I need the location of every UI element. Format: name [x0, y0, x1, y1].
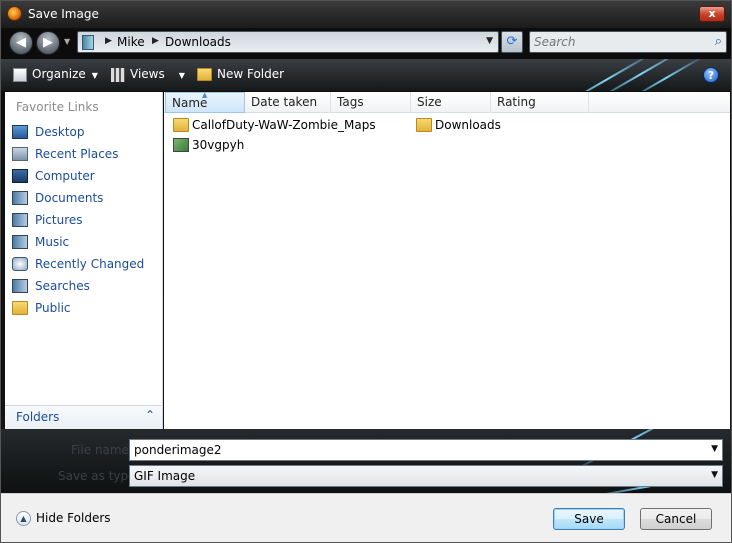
folder-icon: [173, 118, 189, 132]
recent-pages-dropdown-icon[interactable]: ▼: [64, 37, 70, 46]
search-icon[interactable]: ⌕: [715, 34, 722, 49]
organize-label: Organize: [32, 67, 86, 81]
breadcrumb-separator-icon[interactable]: ▶: [152, 36, 159, 46]
sidebar-item-computer[interactable]: Computer: [10, 166, 160, 186]
cancel-button[interactable]: Cancel: [640, 508, 712, 530]
close-button[interactable]: x: [699, 6, 725, 22]
documents-icon: [12, 191, 28, 205]
column-header-tags[interactable]: Tags: [331, 92, 411, 113]
help-button[interactable]: ?: [703, 67, 719, 83]
search-input[interactable]: [534, 34, 704, 50]
column-headers: ▲ Name Date taken Tags Size Rating: [164, 91, 730, 113]
savetype-select[interactable]: GIF Image ▼: [129, 465, 723, 487]
savetype-value: GIF Image: [134, 469, 196, 483]
forward-button[interactable]: ▶: [36, 31, 60, 55]
save-button[interactable]: Save: [553, 508, 625, 530]
chevron-down-icon[interactable]: ▼: [711, 470, 718, 480]
new-folder-button[interactable]: New Folder: [197, 67, 284, 81]
organize-button[interactable]: Organize ▼: [13, 67, 98, 82]
sidebar-item-recently-changed[interactable]: Recently Changed: [10, 254, 160, 274]
hide-folders-label: Hide Folders: [36, 511, 111, 525]
column-header-name[interactable]: ▲ Name: [165, 91, 245, 113]
decorative-streak: [553, 59, 659, 91]
location-icon: [82, 35, 94, 50]
chevron-down-icon: ▼: [178, 71, 185, 80]
refresh-icon: ⟳: [506, 34, 518, 49]
firefox-icon: [7, 6, 22, 21]
recently-changed-icon: [12, 257, 28, 271]
favorite-links-header: Favorite Links: [16, 100, 99, 114]
decorative-streak: [592, 59, 690, 91]
views-button[interactable]: Views ▼: [111, 67, 185, 82]
hide-folders-button[interactable]: ▲ Hide Folders: [16, 511, 111, 526]
chevron-down-icon: ▼: [91, 71, 98, 80]
savetype-label: Save as type:: [58, 469, 140, 483]
filename-label: File name:: [71, 443, 133, 457]
column-header-size[interactable]: Size: [411, 92, 491, 113]
back-button[interactable]: ◀: [9, 31, 33, 55]
dialog-footer: ▲ Hide Folders Save Cancel: [1, 493, 731, 542]
sidebar-item-public[interactable]: Public: [10, 298, 160, 318]
filename-input[interactable]: [134, 442, 694, 458]
pictures-icon: [12, 213, 28, 227]
image-file-icon: [173, 138, 189, 152]
chevron-down-icon[interactable]: ▼: [711, 444, 718, 454]
new-folder-icon: [197, 68, 212, 81]
filename-combobox[interactable]: ▼: [129, 439, 723, 461]
file-list: ▲ Name Date taken Tags Size Rating Callof…: [164, 91, 730, 429]
sidebar-item-documents[interactable]: Documents: [10, 188, 160, 208]
column-header-rating[interactable]: Rating: [491, 92, 589, 113]
window-title: Save Image: [28, 7, 99, 21]
save-image-dialog: Save Image x ◀ ▶ ▼ ▶ Mike ▶ Downloads ▼ …: [0, 0, 732, 543]
search-box[interactable]: ⌕: [529, 31, 727, 53]
views-label: Views: [130, 67, 165, 81]
file-item[interactable]: Downloads: [416, 116, 536, 134]
new-folder-label: New Folder: [217, 67, 285, 81]
organize-icon: [13, 67, 27, 82]
computer-icon: [12, 169, 28, 183]
column-header-date-taken[interactable]: Date taken: [245, 92, 331, 113]
desktop-icon: [12, 125, 28, 139]
sort-ascending-icon: ▲: [202, 91, 208, 99]
sidebar-item-desktop[interactable]: Desktop: [10, 122, 160, 142]
title-bar: Save Image x: [1, 1, 731, 28]
recent-places-icon: [12, 147, 28, 161]
navigation-pane: Favorite Links Desktop Recent Places Com…: [5, 92, 163, 429]
music-icon: [12, 235, 28, 249]
views-icon: [111, 67, 125, 82]
breadcrumb-mike[interactable]: Mike: [117, 35, 145, 49]
sidebar-item-music[interactable]: Music: [10, 232, 160, 252]
sidebar-item-searches[interactable]: Searches: [10, 276, 160, 296]
folders-toggle[interactable]: Folders ⌃: [5, 405, 162, 429]
folder-icon: [12, 301, 28, 315]
breadcrumb-downloads[interactable]: Downloads: [165, 35, 231, 49]
folder-icon: [416, 118, 432, 132]
navigation-bar: ◀ ▶ ▼ ▶ Mike ▶ Downloads ▼ ⟳ ⌕: [1, 28, 731, 58]
folders-label: Folders: [16, 410, 60, 424]
searches-icon: [12, 279, 28, 293]
breadcrumb-separator-icon[interactable]: ▶: [105, 36, 112, 46]
sidebar-item-pictures[interactable]: Pictures: [10, 210, 160, 230]
chevron-up-icon: ⌃: [144, 408, 155, 422]
address-bar[interactable]: ▶ Mike ▶ Downloads ▼: [77, 31, 499, 53]
refresh-button[interactable]: ⟳: [501, 31, 523, 53]
save-options-panel: File name: ▼ Save as type: GIF Image ▼: [1, 429, 731, 493]
chevron-up-icon: ▲: [16, 511, 31, 526]
sidebar-item-recent-places[interactable]: Recent Places: [10, 144, 160, 164]
address-dropdown-icon[interactable]: ▼: [486, 36, 493, 46]
command-toolbar: Organize ▼ Views ▼ New Folder ?: [1, 59, 731, 91]
file-item[interactable]: 30vgpyh: [173, 136, 293, 154]
file-item[interactable]: CallofDuty-WaW-Zombie_Maps: [173, 116, 403, 134]
